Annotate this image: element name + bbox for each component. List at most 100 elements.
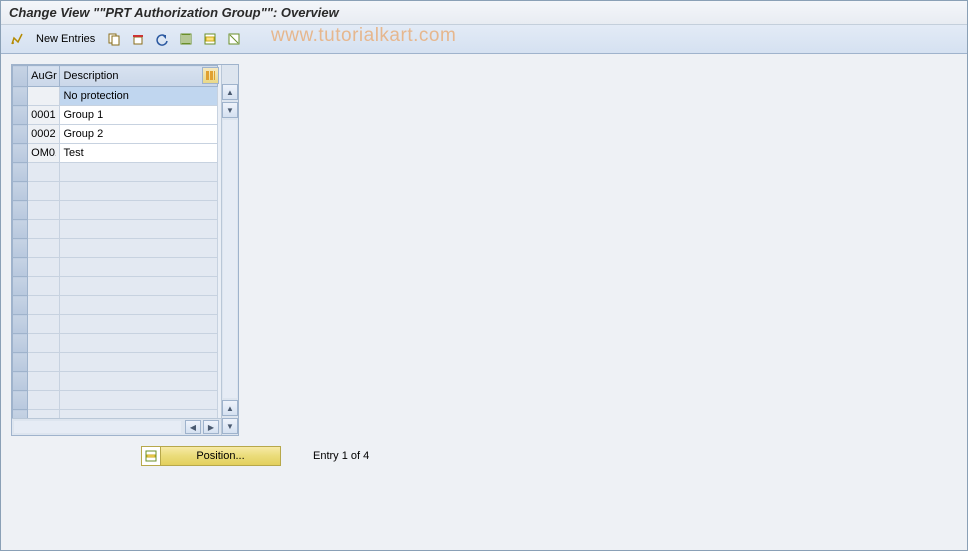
- cell-description-empty[interactable]: [60, 239, 218, 258]
- cell-description[interactable]: [60, 87, 218, 106]
- scroll-up-icon[interactable]: ▲: [222, 84, 238, 100]
- cell-augr-empty[interactable]: [28, 353, 60, 372]
- cell-augr-empty[interactable]: [28, 296, 60, 315]
- new-entries-button[interactable]: New Entries: [31, 29, 100, 49]
- table-row: [13, 87, 218, 106]
- entry-status: Entry 1 of 4: [313, 450, 369, 462]
- cell-augr-empty[interactable]: [28, 391, 60, 410]
- toggle-display-change-icon[interactable]: [7, 29, 27, 49]
- column-header-description[interactable]: Description: [60, 66, 218, 87]
- scroll-down-icon[interactable]: ▼: [222, 102, 238, 118]
- cell-augr-empty[interactable]: [28, 372, 60, 391]
- delete-icon[interactable]: [128, 29, 148, 49]
- cell-description-empty[interactable]: [60, 163, 218, 182]
- cell-augr[interactable]: [28, 144, 60, 163]
- row-selector[interactable]: [13, 258, 28, 277]
- configure-columns-icon[interactable]: [202, 67, 219, 84]
- augr-input[interactable]: [28, 87, 59, 105]
- row-selector[interactable]: [13, 391, 28, 410]
- cell-augr-empty[interactable]: [28, 277, 60, 296]
- cell-augr-empty[interactable]: [28, 315, 60, 334]
- row-selector[interactable]: [13, 372, 28, 391]
- select-all-icon[interactable]: [176, 29, 196, 49]
- table-row-empty: [13, 410, 218, 419]
- augr-input[interactable]: [28, 106, 59, 124]
- row-selector[interactable]: [13, 277, 28, 296]
- copy-as-icon[interactable]: [104, 29, 124, 49]
- table-row-empty: [13, 372, 218, 391]
- cell-description-empty[interactable]: [60, 315, 218, 334]
- vertical-scrollbar[interactable]: ▲ ▼ ▲ ▼: [221, 65, 238, 435]
- cell-augr-empty[interactable]: [28, 239, 60, 258]
- row-selector[interactable]: [13, 315, 28, 334]
- row-selector[interactable]: [13, 296, 28, 315]
- cell-description-empty[interactable]: [60, 353, 218, 372]
- cell-description-empty[interactable]: [60, 182, 218, 201]
- table-row-empty: [13, 163, 218, 182]
- description-input[interactable]: [60, 87, 217, 105]
- cell-description[interactable]: [60, 125, 218, 144]
- scroll-right-icon[interactable]: ▶: [203, 420, 219, 434]
- augr-input[interactable]: [28, 144, 59, 162]
- deselect-all-icon[interactable]: [224, 29, 244, 49]
- row-selector[interactable]: [13, 163, 28, 182]
- table-row-empty: [13, 334, 218, 353]
- cell-augr-empty[interactable]: [28, 182, 60, 201]
- scroll-down2-icon[interactable]: ▼: [222, 418, 238, 434]
- cell-description-empty[interactable]: [60, 391, 218, 410]
- table-row: [13, 106, 218, 125]
- cell-augr[interactable]: [28, 125, 60, 144]
- position-label: Position...: [161, 450, 280, 462]
- table-row-empty: [13, 239, 218, 258]
- column-header-augr[interactable]: AuGr: [28, 66, 60, 87]
- cell-description-empty[interactable]: [60, 372, 218, 391]
- augr-input[interactable]: [28, 125, 59, 143]
- undo-icon[interactable]: [152, 29, 172, 49]
- cell-augr[interactable]: [28, 87, 60, 106]
- row-selector[interactable]: [13, 353, 28, 372]
- description-input[interactable]: [60, 106, 217, 124]
- watermark: www.tutorialkart.com: [271, 25, 456, 47]
- description-input[interactable]: [60, 125, 217, 143]
- table-row-empty: [13, 220, 218, 239]
- row-selector[interactable]: [13, 410, 28, 419]
- cell-augr-empty[interactable]: [28, 258, 60, 277]
- cell-description-empty[interactable]: [60, 410, 218, 419]
- table-row-empty: [13, 353, 218, 372]
- row-selector[interactable]: [13, 106, 28, 125]
- table-row-empty: [13, 315, 218, 334]
- scroll-left-icon[interactable]: ◀: [185, 420, 201, 434]
- data-grid: AuGr Description: [12, 65, 218, 418]
- cell-description-empty[interactable]: [60, 334, 218, 353]
- description-input[interactable]: [60, 144, 217, 162]
- horizontal-scrollbar[interactable]: ◀ ▶: [12, 418, 221, 435]
- select-block-icon[interactable]: [200, 29, 220, 49]
- cell-description-empty[interactable]: [60, 220, 218, 239]
- cell-description-empty[interactable]: [60, 296, 218, 315]
- header-row: AuGr Description: [13, 66, 218, 87]
- cell-augr-empty[interactable]: [28, 163, 60, 182]
- app-window: Change View ""PRT Authorization Group"":…: [0, 0, 968, 551]
- toolbar: New Entries www.tutorialkart.com: [1, 25, 967, 54]
- select-all-header[interactable]: [13, 66, 28, 87]
- cell-description-empty[interactable]: [60, 258, 218, 277]
- position-button[interactable]: Position...: [141, 446, 281, 466]
- scroll-up2-icon[interactable]: ▲: [222, 400, 238, 416]
- row-selector[interactable]: [13, 220, 28, 239]
- row-selector[interactable]: [13, 334, 28, 353]
- cell-augr-empty[interactable]: [28, 334, 60, 353]
- cell-augr-empty[interactable]: [28, 410, 60, 419]
- row-selector[interactable]: [13, 125, 28, 144]
- cell-description[interactable]: [60, 106, 218, 125]
- row-selector[interactable]: [13, 144, 28, 163]
- row-selector[interactable]: [13, 239, 28, 258]
- cell-description-empty[interactable]: [60, 201, 218, 220]
- row-selector[interactable]: [13, 182, 28, 201]
- cell-augr[interactable]: [28, 106, 60, 125]
- row-selector[interactable]: [13, 87, 28, 106]
- cell-description[interactable]: [60, 144, 218, 163]
- cell-augr-empty[interactable]: [28, 220, 60, 239]
- row-selector[interactable]: [13, 201, 28, 220]
- cell-augr-empty[interactable]: [28, 201, 60, 220]
- cell-description-empty[interactable]: [60, 277, 218, 296]
